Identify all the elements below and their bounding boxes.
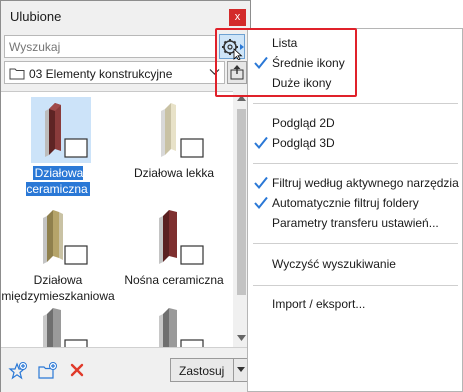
favorite-tile[interactable]: Działowa lekka	[117, 97, 231, 180]
favorites-palette: Ulubione x 03 Elementy konstrukcyjne	[0, 0, 251, 392]
menu-separator	[253, 163, 458, 164]
delete-button[interactable]	[69, 362, 85, 381]
scroll-down-icon	[237, 335, 246, 341]
menu-separator	[253, 243, 458, 244]
checkmark-icon	[254, 176, 268, 190]
apply-button[interactable]: Zastosuj	[170, 358, 248, 382]
folder-dropdown-value: 03 Elementy konstrukcyjne	[29, 67, 173, 81]
add-favorite-button[interactable]	[8, 362, 28, 383]
apply-button-divider	[233, 359, 234, 381]
menu-item-label: Parametry transferu ustawień...	[272, 216, 439, 230]
wall-preview-icon	[161, 103, 204, 158]
folder-dropdown[interactable]: 03 Elementy konstrukcyjne	[4, 61, 225, 84]
menu-item-label: Filtruj według aktywnego narzędzia	[272, 176, 459, 190]
menu-item-import-export[interactable]: Import / eksport...	[248, 294, 462, 314]
menu-item-preview-2d[interactable]: Podgląd 2D	[248, 113, 462, 133]
favorite-tile[interactable]	[1, 302, 115, 348]
menu-separator	[253, 103, 458, 104]
search-input[interactable]	[4, 35, 216, 58]
callout-highlight-box	[215, 28, 357, 97]
favorite-tile[interactable]: Nośna ceramiczna	[117, 204, 231, 304]
menu-separator	[253, 285, 458, 286]
palette-title: Ulubione	[10, 9, 62, 24]
wall-preview-icon	[43, 308, 88, 348]
favorite-thumbnail	[31, 97, 91, 163]
close-button[interactable]: x	[229, 9, 246, 26]
folder-icon	[9, 68, 25, 80]
checkmark-icon	[254, 196, 268, 210]
menu-item-label: Import / eksport...	[272, 297, 366, 311]
palette-toolbar: Zastosuj	[1, 347, 250, 392]
menu-item-auto-filter-folders[interactable]: Automatycznie filtruj foldery	[248, 193, 462, 213]
checkmark-icon	[254, 136, 268, 150]
favorite-tile[interactable]	[117, 302, 231, 348]
add-favorite-icon	[8, 362, 27, 380]
wall-preview-icon	[159, 210, 204, 265]
delete-icon	[70, 363, 84, 377]
favorite-thumbnail	[147, 97, 207, 163]
wall-preview-icon	[45, 103, 88, 158]
menu-item-label: Wyczyść wyszukiwanie	[272, 257, 396, 271]
menu-item-label: Podgląd 2D	[272, 116, 335, 130]
favorite-thumbnail	[31, 302, 91, 348]
new-folder-button[interactable]	[38, 362, 58, 383]
menu-item-clear-search[interactable]: Wyczyść wyszukiwanie	[248, 254, 462, 274]
favorite-thumbnail	[31, 204, 91, 270]
scrollbar-thumb[interactable]	[237, 109, 246, 295]
favorite-label: Nośna ceramiczna	[124, 273, 224, 287]
close-icon: x	[234, 11, 241, 23]
menu-item-transfer-parameters[interactable]: Parametry transferu ustawień...	[248, 213, 462, 233]
favorite-tile[interactable]: Działowa międzymieszkaniowa	[1, 204, 115, 304]
favorite-label: Działowa ceramiczna	[26, 166, 90, 196]
favorite-thumbnail	[147, 302, 207, 348]
favorite-thumbnail	[147, 204, 207, 270]
favorite-label: Działowa lekka	[133, 166, 215, 180]
new-folder-icon	[38, 362, 57, 379]
wall-preview-icon	[43, 210, 88, 265]
menu-item-label: Automatycznie filtruj foldery	[272, 196, 419, 210]
palette-titlebar[interactable]: Ulubione x	[1, 1, 250, 31]
apply-button-label: Zastosuj	[179, 364, 225, 378]
favorite-tile[interactable]: Działowa ceramiczna	[1, 97, 115, 196]
menu-item-preview-3d[interactable]: Podgląd 3D	[248, 133, 462, 153]
favorites-grid: Działowa ceramiczna Działowa lekka Dział…	[1, 91, 233, 348]
menu-item-label: Podgląd 3D	[272, 136, 335, 150]
apply-dropdown-icon[interactable]	[237, 367, 245, 373]
wall-preview-icon	[159, 308, 204, 348]
favorite-label: Działowa międzymieszkaniowa	[1, 273, 115, 303]
menu-item-filter-by-tool[interactable]: Filtruj według aktywnego narzędzia	[248, 173, 462, 193]
